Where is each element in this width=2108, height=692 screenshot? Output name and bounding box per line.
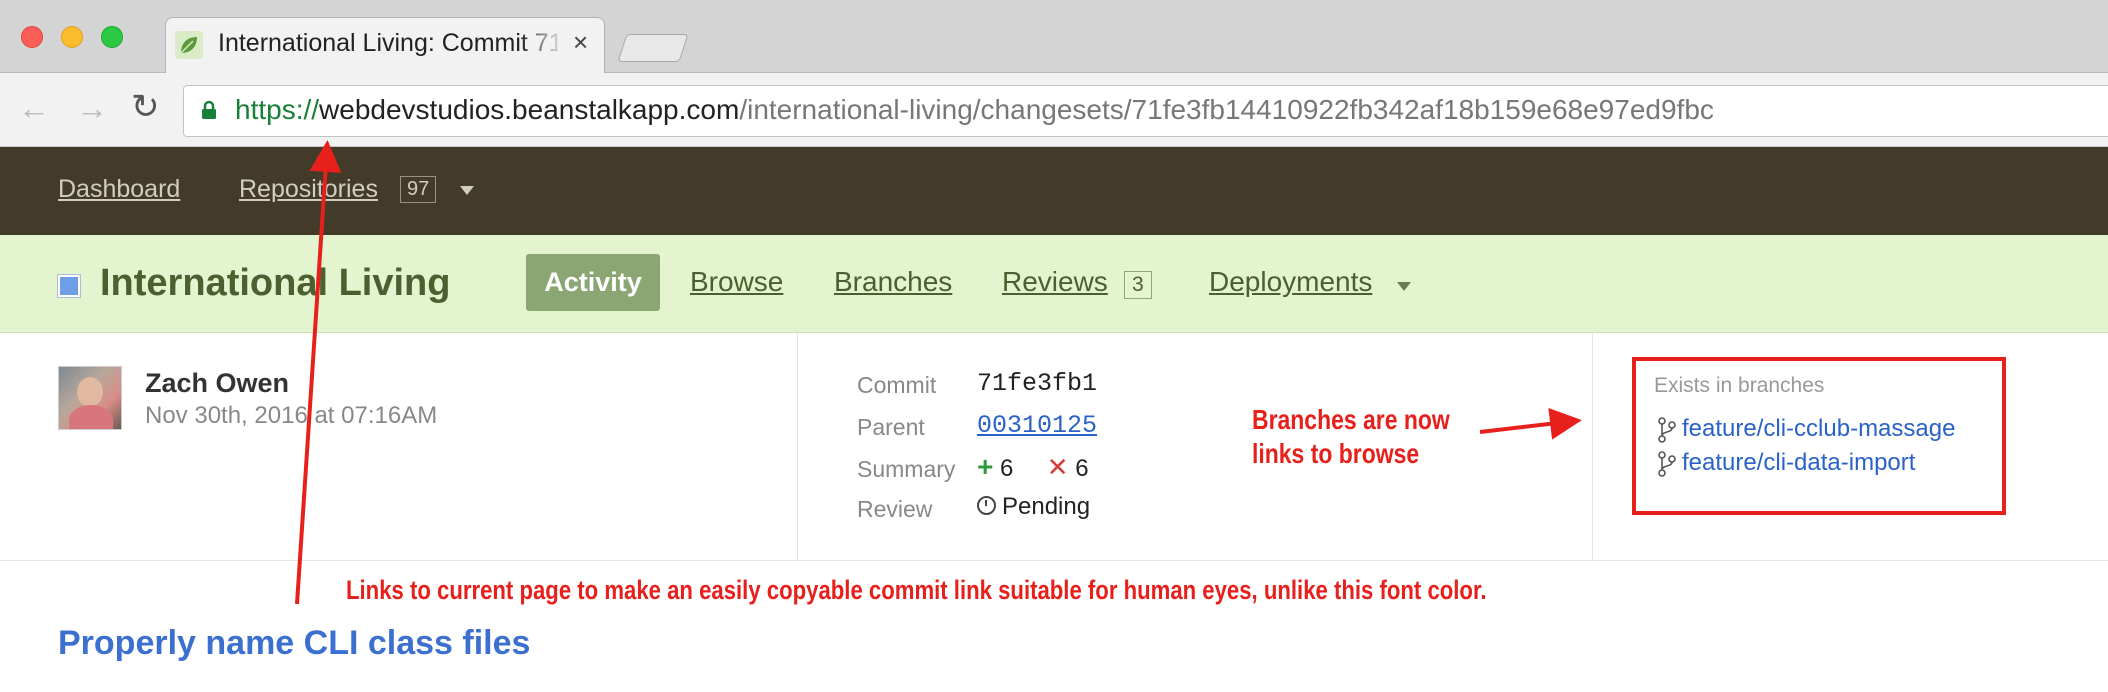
- annotation-branches-note: Branches are now links to browse: [1252, 403, 1450, 471]
- annotation-url-note: Links to current page to make an easily …: [346, 575, 1487, 605]
- annotation-branches-line1: Branches are now: [1252, 404, 1450, 435]
- annotation-branches-line2: links to browse: [1252, 438, 1420, 469]
- annotation-arrow-branches: [1479, 407, 1582, 440]
- annotation-arrow-url: [295, 140, 342, 605]
